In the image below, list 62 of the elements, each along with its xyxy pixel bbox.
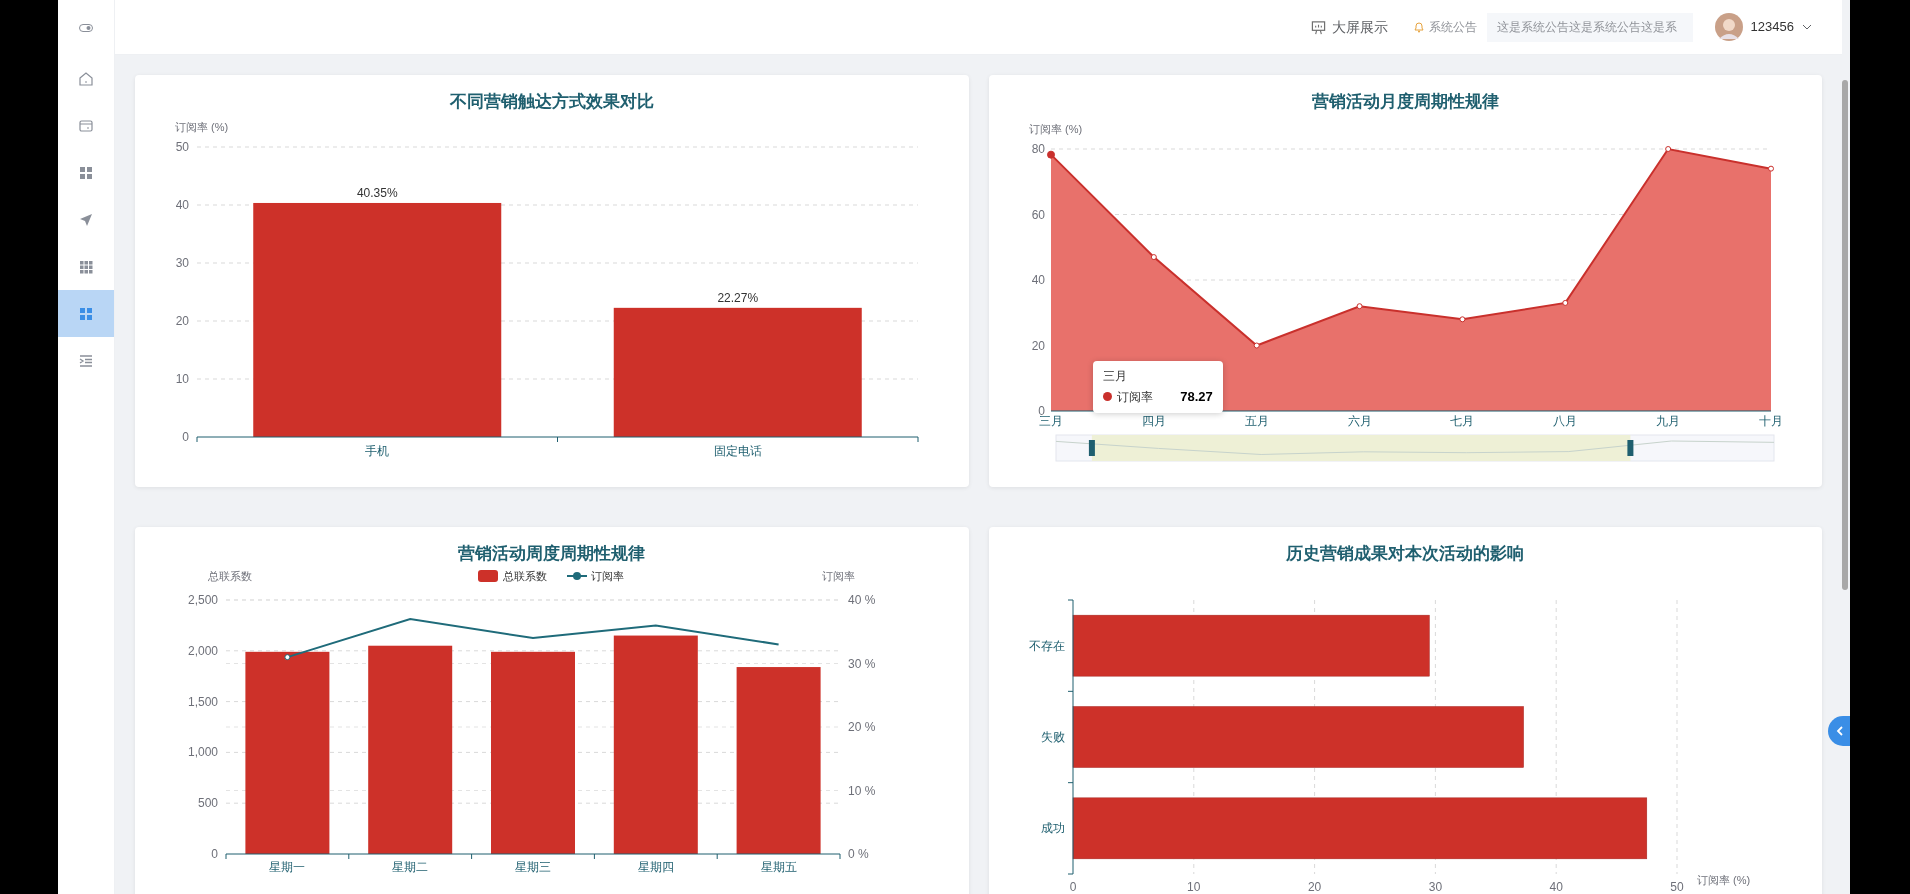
category-label: 六月: [1347, 414, 1372, 428]
chart-title: 不同营销触达方式效果对比: [449, 91, 654, 113]
category-label: 星期三: [515, 860, 552, 874]
category-label: 不存在: [1028, 638, 1065, 653]
tick-label: 0: [1069, 880, 1077, 894]
chart-title: 营销活动周度周期性规律: [458, 543, 646, 565]
category-label: 失败: [1040, 730, 1065, 744]
tick-label: 10: [1186, 880, 1201, 894]
tick-label: 500: [198, 796, 219, 811]
tick-label: 20: [1307, 880, 1322, 894]
tick-label: 30: [1428, 880, 1442, 894]
category-label: 星期一: [269, 860, 306, 874]
tick-label: 1,500: [188, 694, 219, 709]
category-label: 固定电话: [714, 444, 762, 458]
axis-title: 订阅率 (%): [1028, 123, 1082, 135]
notice-text: 这是系统公告这是系统公告这是系: [1495, 19, 1677, 36]
tick-label: 20 %: [848, 720, 876, 734]
category-label: 五月: [1244, 414, 1269, 428]
category-label: 星期四: [638, 860, 675, 874]
tick-label: 0: [211, 847, 219, 861]
tick-label: 40: [1031, 273, 1045, 287]
series-value: 78.27: [1180, 388, 1213, 406]
category-label: 手机: [365, 444, 390, 458]
category-label: 八月: [1553, 414, 1578, 428]
category-label: 九月: [1655, 414, 1680, 428]
axis-title: 总联系数: [208, 570, 253, 582]
notice-label: 系统公告: [1428, 19, 1477, 36]
tick-label: 20: [175, 314, 190, 328]
category-label: 星期二: [392, 860, 429, 874]
tick-label: 30 %: [848, 656, 876, 671]
axis-title: 订阅率: [822, 570, 856, 582]
chart-title: 历史营销成果对本次活动的影响: [1286, 543, 1525, 565]
tick-label: 20: [1031, 338, 1045, 353]
tick-label: 2,000: [188, 643, 219, 658]
category-label: 七月: [1450, 414, 1475, 428]
data-label: 40.35%: [357, 185, 398, 200]
axis-title: 订阅率 (%): [1696, 874, 1750, 886]
category-label: 星期五: [760, 860, 797, 874]
tick-label: 1,000: [188, 745, 219, 760]
tick-label: 0 %: [848, 847, 869, 861]
tick-label: 10: [175, 372, 190, 386]
legend-label: 总联系数: [503, 570, 548, 582]
legend-label: 订阅率: [591, 570, 625, 582]
series-name: 订阅率: [1116, 388, 1153, 406]
tooltip-title: 三月: [1102, 368, 1128, 385]
tick-label: 40: [175, 198, 190, 212]
data-label: 22.27%: [717, 290, 759, 305]
tick-label: 80: [1031, 142, 1045, 156]
axis-title: 订阅率 (%): [175, 121, 229, 133]
tick-label: 10 %: [848, 783, 876, 798]
category-label: 成功: [1040, 821, 1065, 836]
tick-label: 50: [175, 140, 190, 154]
tick-label: 0: [182, 430, 190, 444]
tick-label: 2,500: [188, 593, 219, 607]
tick-label: 60: [1031, 207, 1045, 222]
category-label: 十月: [1758, 414, 1783, 428]
tick-label: 30: [175, 256, 190, 270]
tick-label: 40: [1549, 880, 1563, 894]
chart-title: 营销活动月度周期性规律: [1311, 91, 1499, 113]
tick-label: 40 %: [848, 593, 876, 607]
tick-label: 50: [1670, 880, 1684, 894]
category-label: 四月: [1141, 414, 1166, 428]
